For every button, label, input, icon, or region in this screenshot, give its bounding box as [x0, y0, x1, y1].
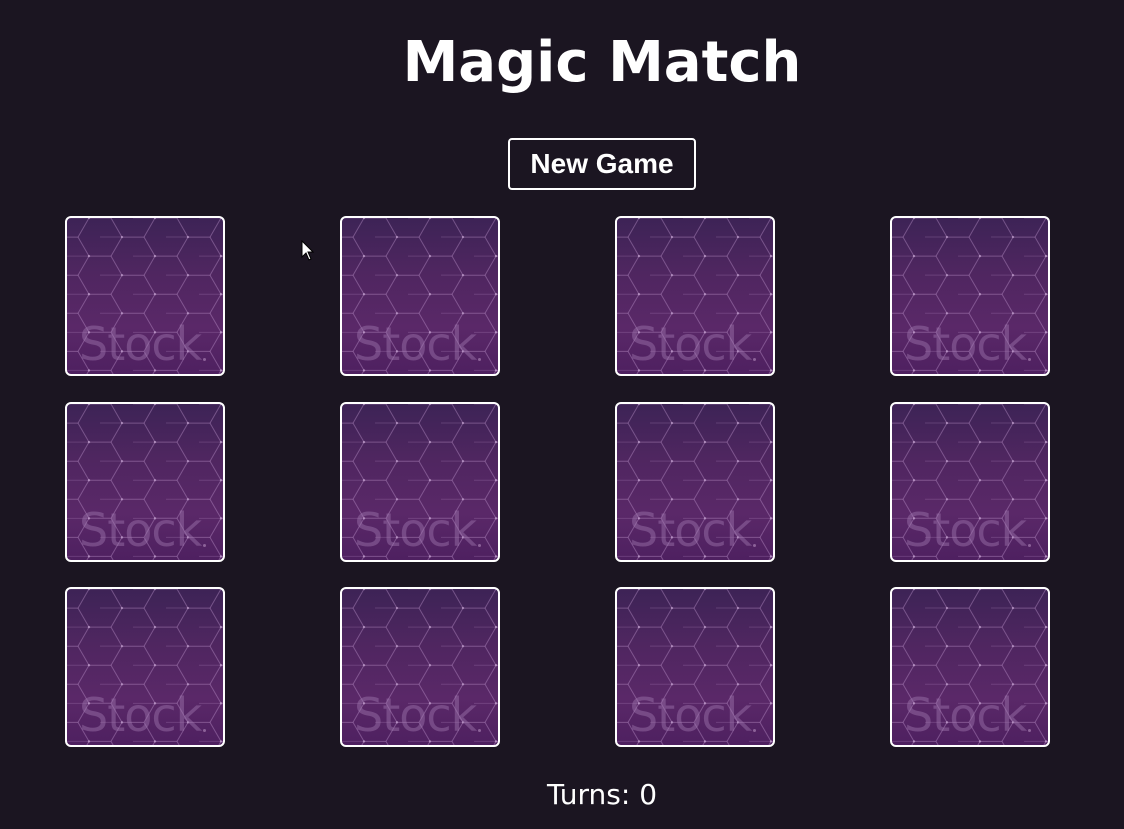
- card-back-2[interactable]: Stock: [340, 216, 500, 376]
- card-watermark: Stock: [354, 688, 477, 742]
- game-title: Magic Match: [402, 30, 802, 95]
- card-watermark-dot: [478, 358, 481, 361]
- card-back-5[interactable]: Stock: [65, 401, 225, 562]
- card-watermark: Stock: [904, 317, 1027, 371]
- card-watermark-dot: [753, 729, 756, 732]
- card-watermark-dot: [478, 729, 481, 732]
- card-watermark-dot: [753, 358, 756, 361]
- card-watermark: Stock: [79, 688, 202, 742]
- card-back-12[interactable]: Stock: [890, 587, 1050, 747]
- card-back-11[interactable]: Stock: [615, 587, 775, 747]
- new-game-button[interactable]: New Game: [508, 138, 696, 190]
- mouse-pointer-icon: [301, 240, 315, 261]
- card-watermark: Stock: [354, 502, 477, 557]
- card-watermark: Stock: [904, 688, 1027, 742]
- card-watermark-dot: [1028, 543, 1031, 547]
- card-watermark-dot: [203, 729, 206, 732]
- card-back-7[interactable]: Stock: [615, 401, 775, 562]
- card-grid: Stock Stock Stock Stock Stock Stock Stock Stock…: [65, 216, 1050, 747]
- card-back-4[interactable]: Stock: [890, 216, 1050, 376]
- card-back-10[interactable]: Stock: [340, 587, 500, 747]
- card-back-1[interactable]: Stock: [65, 216, 225, 376]
- card-watermark: Stock: [354, 317, 477, 371]
- card-watermark: Stock: [79, 317, 202, 371]
- turns-counter: Turns: 0: [546, 778, 658, 811]
- card-watermark-dot: [203, 543, 206, 547]
- card-watermark: Stock: [629, 317, 752, 371]
- card-watermark-dot: [203, 358, 206, 361]
- card-watermark-dot: [753, 543, 756, 547]
- card-watermark: Stock: [629, 502, 752, 557]
- card-back-8[interactable]: Stock: [890, 401, 1050, 562]
- card-watermark-dot: [1028, 358, 1031, 361]
- card-back-9[interactable]: Stock: [65, 587, 225, 747]
- card-watermark: Stock: [79, 502, 202, 557]
- card-back-3[interactable]: Stock: [615, 216, 775, 376]
- card-watermark-dot: [478, 543, 481, 547]
- card-watermark: Stock: [904, 502, 1027, 557]
- card-back-6[interactable]: Stock: [340, 401, 500, 562]
- card-watermark-dot: [1028, 729, 1031, 732]
- card-watermark: Stock: [629, 688, 752, 742]
